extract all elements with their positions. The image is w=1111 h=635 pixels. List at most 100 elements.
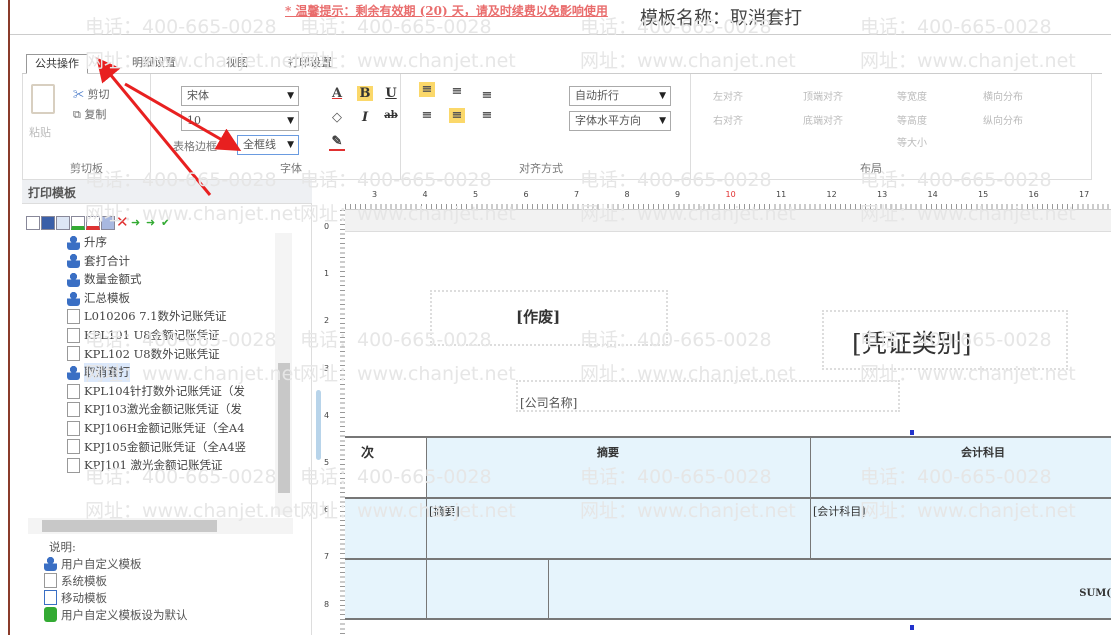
header-seq-cell[interactable]: 次: [345, 436, 426, 497]
layout-v-distribute[interactable]: 纵向分布: [983, 112, 1023, 127]
delete-icon[interactable]: ✕: [116, 215, 130, 230]
template-item[interactable]: 汇总模板: [67, 289, 292, 308]
ruler-tick-label: 1: [324, 269, 330, 279]
scroll-thumb[interactable]: [42, 520, 217, 532]
layout-left-align[interactable]: 左对齐: [713, 88, 743, 103]
border-select[interactable]: 全框线 ▼: [237, 135, 299, 155]
system-template-icon: [67, 439, 80, 455]
chevron-down-icon: ▼: [659, 91, 666, 101]
paste-icon[interactable]: [31, 84, 55, 114]
template-item[interactable]: KPJ103激光金额记账凭证（发: [67, 400, 292, 419]
strikethrough-icon[interactable]: ab: [383, 110, 399, 121]
header-summary-cell[interactable]: 摘要: [426, 436, 810, 497]
template-item[interactable]: KPJ105金额记账凭证（全A4竖: [67, 438, 292, 457]
layout-top-align[interactable]: 顶端对齐: [803, 88, 843, 103]
legend-item: 用户自定义模板设为默认: [44, 606, 188, 623]
set-default-icon[interactable]: ✔: [161, 216, 175, 230]
ruler-tick-label: 2: [324, 316, 330, 326]
template-item[interactable]: KPL102 U8数外记账凭证: [67, 345, 292, 364]
company-field[interactable]: [公司名称]: [520, 394, 577, 411]
template-item[interactable]: KPL101 U8金额记账凭证: [67, 326, 292, 345]
summary-cell[interactable]: [摘要]: [426, 497, 810, 558]
fill-color-icon[interactable]: ◇: [329, 110, 345, 125]
rename-icon[interactable]: [101, 216, 115, 230]
row-seq-cell[interactable]: [345, 497, 426, 558]
template-item-label: KPL102 U8数外记账凭证: [84, 346, 220, 361]
align-bottom-icon[interactable]: ≡: [479, 88, 495, 103]
cut-button[interactable]: ✂ 剪切: [73, 86, 110, 102]
resize-handle[interactable]: [910, 430, 914, 435]
template-item[interactable]: KPJ106H金额记账凭证（全A4: [67, 419, 292, 438]
account-cell[interactable]: [会计科目]: [810, 497, 1111, 558]
copy-button[interactable]: ⧉ 复制: [73, 106, 106, 122]
add-icon[interactable]: [71, 216, 85, 230]
ribbon-tabs: 公共操作 明细设置 视图 打印设置: [22, 52, 1102, 74]
system-template-icon: [44, 573, 57, 588]
align-left-icon[interactable]: ≡: [419, 108, 435, 123]
total-label-cell[interactable]: [426, 558, 548, 620]
font-color-icon[interactable]: A: [329, 86, 345, 101]
template-item-label: 升序: [84, 235, 107, 249]
italic-icon[interactable]: I: [357, 110, 373, 125]
template-item[interactable]: 套打合计: [67, 252, 292, 271]
layout-bottom-align[interactable]: 底端对齐: [803, 112, 843, 127]
template-item-label: KPL101 U8金额记账凭证: [84, 327, 220, 342]
save-icon[interactable]: [41, 216, 55, 230]
font-group: 宋体 ▼ 10 ▼ 表格边框 全框线 ▼ A B U ◇ I ab ✎ 字体: [151, 74, 401, 180]
pen-icon[interactable]: ✎: [329, 134, 345, 151]
tab-common[interactable]: 公共操作: [26, 54, 88, 74]
tab-print[interactable]: 打印设置: [280, 54, 340, 74]
ruler-tick-label: 3: [372, 190, 378, 199]
ruler-tick-label: 15: [978, 190, 989, 199]
scroll-thumb[interactable]: [278, 363, 290, 493]
align-right-icon[interactable]: ≡: [479, 108, 495, 123]
font-size-select[interactable]: 10 ▼: [181, 111, 299, 131]
import-icon[interactable]: ➜: [131, 216, 145, 230]
align-group-label: 对齐方式: [519, 162, 563, 175]
bold-icon[interactable]: B: [357, 86, 373, 101]
template-item[interactable]: 升序: [67, 233, 292, 252]
align-middle-icon[interactable]: ≡: [449, 84, 465, 99]
layout-equal-size[interactable]: 等大小: [897, 134, 927, 149]
void-field[interactable]: [作废]: [516, 306, 560, 327]
template-item[interactable]: KPJ101 激光金额记账凭证: [67, 456, 292, 475]
template-item[interactable]: L010206 7.1数外记账凭证: [67, 307, 292, 326]
total-seq-cell[interactable]: [345, 558, 426, 620]
tab-view[interactable]: 视图: [218, 54, 256, 74]
horizontal-ruler: 3 4 5 6 7 8 9 10 11 12 13 14 15 16 17: [345, 180, 1111, 210]
new-icon[interactable]: [26, 216, 40, 230]
template-item[interactable]: KPL104针打数外记账凭证（发: [67, 382, 292, 401]
edit-icon[interactable]: [56, 216, 70, 230]
tab-detail[interactable]: 明细设置: [124, 54, 184, 74]
ruler-tick-label: 17: [1079, 190, 1090, 199]
wrap-select[interactable]: 自动折行 ▼: [569, 86, 671, 106]
total-sum-cell[interactable]: SUM(: [548, 558, 1111, 620]
system-template-icon: [67, 402, 80, 418]
remove-icon[interactable]: [86, 216, 100, 230]
splitter-handle[interactable]: [316, 390, 321, 460]
resize-handle[interactable]: [910, 625, 914, 630]
chevron-down-icon: ▼: [287, 116, 294, 126]
clipboard-group: 粘贴 ✂ 剪切 ⧉ 复制 剪切板: [23, 74, 151, 180]
layout-h-distribute[interactable]: 横向分布: [983, 88, 1023, 103]
align-center-icon[interactable]: ≡: [449, 108, 465, 123]
expiry-notice[interactable]: * 温馨提示：剩余有效期 (20) 天，请及时续费以免影响使用: [285, 2, 637, 19]
voucher-type-field[interactable]: [凭证类别]: [852, 324, 972, 360]
header-account-cell[interactable]: 会计科目: [810, 436, 1111, 497]
horizontal-scrollbar[interactable]: [28, 518, 293, 534]
font-family-select[interactable]: 宋体 ▼: [181, 86, 299, 106]
clipboard-group-label: 剪切板: [70, 162, 103, 175]
direction-select[interactable]: 字体水平方向 ▼: [569, 111, 671, 131]
layout-equal-width[interactable]: 等宽度: [897, 88, 927, 103]
template-item[interactable]: 取消套打: [67, 363, 292, 382]
vertical-ruler: 0 1 2 3 4 5 6 7 8: [320, 210, 345, 635]
vertical-scrollbar[interactable]: [275, 233, 292, 515]
export-icon[interactable]: ➜: [146, 216, 160, 230]
layout-right-align[interactable]: 右对齐: [713, 112, 743, 127]
paste-button[interactable]: 粘贴: [29, 124, 51, 140]
align-top-icon[interactable]: ≡: [419, 82, 435, 97]
template-item[interactable]: 数量金额式: [67, 270, 292, 289]
underline-icon[interactable]: U: [383, 86, 399, 101]
user-template-icon: [67, 234, 80, 250]
layout-equal-height[interactable]: 等高度: [897, 112, 927, 127]
